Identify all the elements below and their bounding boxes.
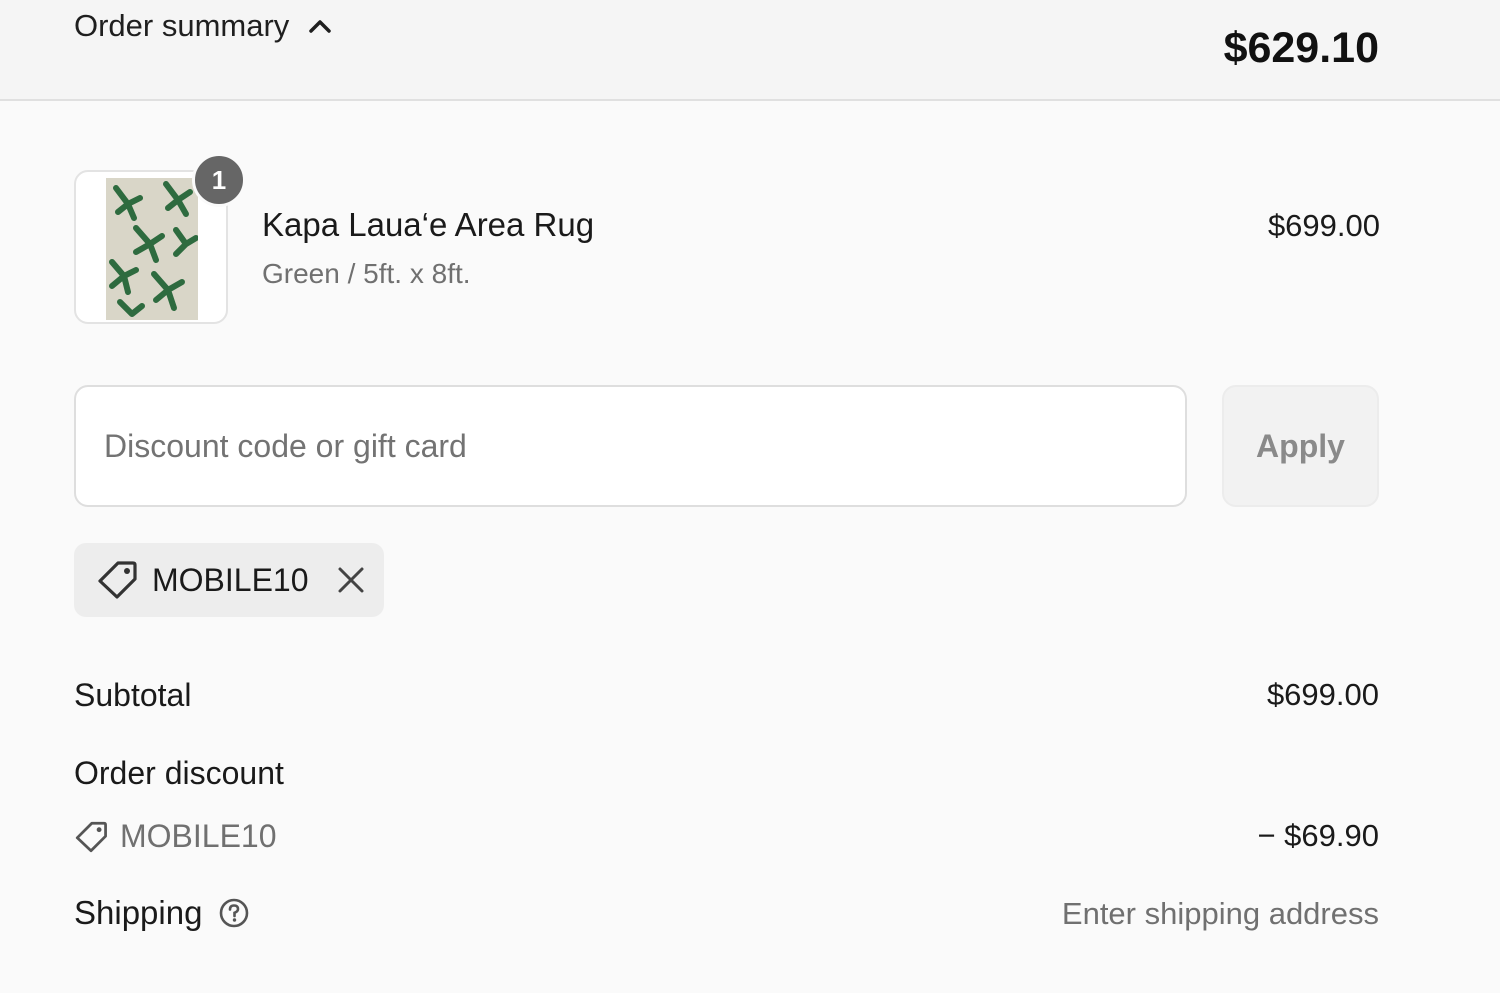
tag-icon	[96, 559, 138, 601]
tag-icon	[74, 820, 108, 854]
discount-chip-code: MOBILE10	[152, 561, 309, 598]
product-variant: Green / 5ft. x 8ft.	[262, 258, 471, 289]
product-price: $699.00	[1267, 208, 1380, 243]
order-summary-label: Order summary	[74, 8, 290, 43]
order-summary-toggle[interactable]: Order summary	[74, 6, 332, 46]
applied-discount-chip: MOBILE10	[74, 543, 384, 617]
rug-image-icon	[106, 178, 198, 320]
remove-discount-icon[interactable]	[333, 562, 369, 598]
help-circle-icon[interactable]	[218, 897, 250, 929]
shipping-label: Shipping	[74, 894, 203, 931]
order-discount-label: Order discount	[74, 755, 284, 791]
order-discount-code: MOBILE10	[120, 818, 277, 854]
order-summary-header: Order summary $629.10	[0, 0, 1500, 101]
quantity-badge: 1	[192, 153, 246, 207]
subtotal-value: $699.00	[1266, 677, 1379, 712]
header-order-total: $629.10	[1223, 24, 1379, 72]
line-item: 1 Kapa Laua‘e Area Rug Green / 5ft. x 8f…	[74, 153, 1380, 326]
subtotal-label: Subtotal	[74, 677, 192, 713]
shipping-row-label: Shipping	[74, 894, 250, 932]
apply-button[interactable]: Apply	[1222, 385, 1379, 507]
chevron-up-icon	[309, 19, 332, 33]
discount-code-input[interactable]	[74, 385, 1187, 507]
shipping-value: Enter shipping address	[1061, 896, 1379, 931]
order-discount-value: − $69.90	[1257, 818, 1379, 853]
product-name: Kapa Laua‘e Area Rug	[262, 206, 595, 243]
order-discount-code-row: MOBILE10	[74, 818, 277, 855]
